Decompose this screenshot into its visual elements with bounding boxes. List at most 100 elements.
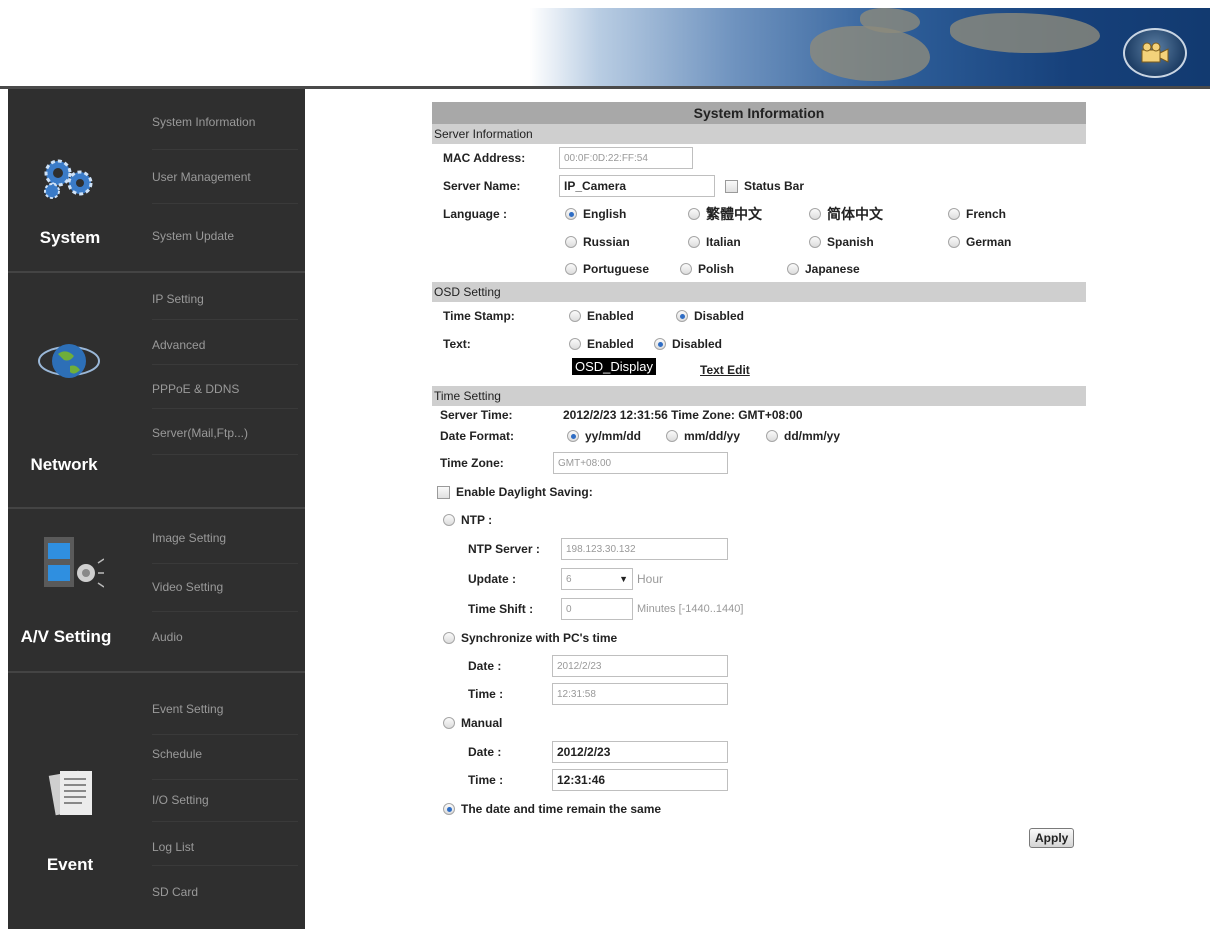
mac-address-field[interactable]: 00:0F:0D:22:FF:54	[559, 147, 693, 169]
radio-icon	[443, 803, 455, 815]
section-divider	[8, 671, 305, 673]
language-option-label: Portuguese	[583, 262, 650, 276]
language-radio-french[interactable]: French	[948, 207, 1006, 221]
sidebar-item-ip-setting[interactable]: IP Setting	[138, 279, 296, 319]
daylight-saving-checkbox[interactable]: Enable Daylight Saving:	[437, 485, 593, 499]
sidebar-item-image-setting[interactable]: Image Setting	[138, 518, 296, 558]
gears-icon	[38, 155, 100, 206]
divider	[152, 563, 298, 564]
language-option-label: Italian	[706, 235, 741, 249]
status-bar-checkbox[interactable]: Status Bar	[725, 179, 804, 193]
manual-radio[interactable]: Manual	[443, 716, 502, 730]
date-format-label: Date Format:	[440, 429, 515, 443]
server-time-value: 2012/2/23 12:31:56 Time Zone: GMT+08:00	[563, 408, 803, 422]
osd-text-disabled-radio[interactable]: Disabled	[654, 337, 722, 351]
update-unit: Hour	[637, 572, 664, 586]
sidebar-item-server[interactable]: Server(Mail,Ftp...)	[138, 413, 296, 453]
camera-logo-icon[interactable]	[1123, 28, 1187, 78]
keep-date-time-radio[interactable]: The date and time remain the same	[443, 802, 661, 816]
language-radio-japanese[interactable]: Japanese	[787, 262, 860, 276]
date-format-mmddyy-radio[interactable]: mm/dd/yy	[666, 429, 740, 443]
time-zone-field[interactable]: GMT+08:00	[553, 452, 728, 474]
radio-icon	[688, 208, 700, 220]
sidebar: System System Information User Managemen…	[8, 89, 305, 929]
daylight-saving-label: Enable Daylight Saving:	[456, 485, 593, 499]
mac-address-label: MAC Address:	[443, 151, 526, 165]
language-radio-traditional-chinese[interactable]: 繁體中文	[688, 204, 762, 224]
radio-icon	[676, 310, 688, 322]
sidebar-item-system-information[interactable]: System Information	[138, 102, 296, 142]
time-zone-label: Time Zone:	[440, 456, 504, 470]
radio-icon	[565, 208, 577, 220]
sync-pc-time-label: Synchronize with PC's time	[461, 631, 618, 645]
ntp-radio[interactable]: NTP :	[443, 513, 492, 527]
sidebar-item-video-setting[interactable]: Video Setting	[138, 567, 296, 607]
radio-icon	[787, 263, 799, 275]
sidebar-item-advanced[interactable]: Advanced	[138, 325, 296, 365]
language-option-label: German	[966, 235, 1012, 249]
language-option-label: French	[966, 207, 1007, 221]
update-select[interactable]: 6 ▼	[561, 568, 633, 590]
time-stamp-enabled-radio[interactable]: Enabled	[569, 309, 634, 323]
radio-icon	[443, 514, 455, 526]
option-label: Enabled	[587, 309, 634, 323]
language-option-label: 简体中文	[827, 206, 883, 222]
sidebar-item-event-setting[interactable]: Event Setting	[138, 689, 296, 729]
divider	[152, 149, 298, 150]
panel-title: System Information	[432, 102, 1086, 124]
divider	[152, 364, 298, 365]
sidebar-section-av-setting[interactable]: A/V Setting	[6, 627, 126, 647]
sidebar-item-pppoe-ddns[interactable]: PPPoE & DDNS	[138, 369, 296, 409]
apply-button[interactable]: Apply	[1029, 828, 1075, 848]
film-speaker-icon	[42, 535, 105, 594]
sidebar-item-audio[interactable]: Audio	[138, 617, 296, 657]
radio-icon	[443, 632, 455, 644]
divider	[152, 408, 298, 409]
language-radio-polish[interactable]: Polish	[680, 262, 734, 276]
sidebar-section-event[interactable]: Event	[10, 855, 130, 875]
server-time-label: Server Time:	[440, 408, 513, 422]
sidebar-item-sd-card[interactable]: SD Card	[138, 872, 296, 912]
sync-time-field[interactable]: 12:31:58	[552, 683, 728, 705]
keep-date-time-label: The date and time remain the same	[461, 802, 662, 816]
sync-date-field[interactable]: 2012/2/23	[552, 655, 728, 677]
section-divider	[8, 507, 305, 509]
server-name-input[interactable]: IP_Camera	[559, 175, 715, 197]
manual-time-input[interactable]: 12:31:46	[552, 769, 728, 791]
sidebar-item-schedule[interactable]: Schedule	[138, 734, 296, 774]
language-radio-russian[interactable]: Russian	[565, 235, 630, 249]
language-radio-simplified-chinese[interactable]: 简体中文	[809, 204, 883, 224]
osd-text-enabled-radio[interactable]: Enabled	[569, 337, 634, 351]
date-format-yymmdd-radio[interactable]: yy/mm/dd	[567, 429, 641, 443]
sidebar-item-system-update[interactable]: System Update	[138, 216, 296, 256]
time-shift-input[interactable]: 0	[561, 598, 633, 620]
checkbox-icon	[437, 485, 450, 499]
language-radio-spanish[interactable]: Spanish	[809, 235, 874, 249]
time-shift-label: Time Shift :	[468, 602, 534, 616]
language-radio-english[interactable]: English	[565, 207, 626, 221]
divider	[152, 319, 298, 320]
language-radio-portuguese[interactable]: Portuguese	[565, 262, 649, 276]
radio-icon	[948, 208, 960, 220]
section-divider	[8, 271, 305, 273]
option-label: dd/mm/yy	[784, 429, 841, 443]
language-radio-italian[interactable]: Italian	[688, 235, 741, 249]
sidebar-section-network[interactable]: Network	[4, 455, 124, 475]
sidebar-section-system[interactable]: System	[10, 228, 130, 248]
date-format-ddmmyy-radio[interactable]: dd/mm/yy	[766, 429, 840, 443]
radio-icon	[565, 263, 577, 275]
sync-pc-time-radio[interactable]: Synchronize with PC's time	[443, 631, 617, 645]
divider	[152, 454, 298, 455]
time-stamp-disabled-radio[interactable]: Disabled	[676, 309, 744, 323]
manual-date-input[interactable]: 2012/2/23	[552, 741, 728, 763]
language-radio-german[interactable]: German	[948, 235, 1011, 249]
text-edit-link[interactable]: Text Edit	[700, 363, 750, 377]
sidebar-item-io-setting[interactable]: I/O Setting	[138, 780, 296, 820]
sidebar-item-log-list[interactable]: Log List	[138, 827, 296, 867]
sync-date-label: Date :	[468, 659, 502, 673]
language-label: Language :	[443, 207, 508, 221]
option-label: Disabled	[694, 309, 745, 323]
sidebar-item-user-management[interactable]: User Management	[138, 157, 296, 197]
ntp-server-input[interactable]: 198.123.30.132	[561, 538, 728, 560]
manual-time-label: Time :	[468, 773, 504, 787]
